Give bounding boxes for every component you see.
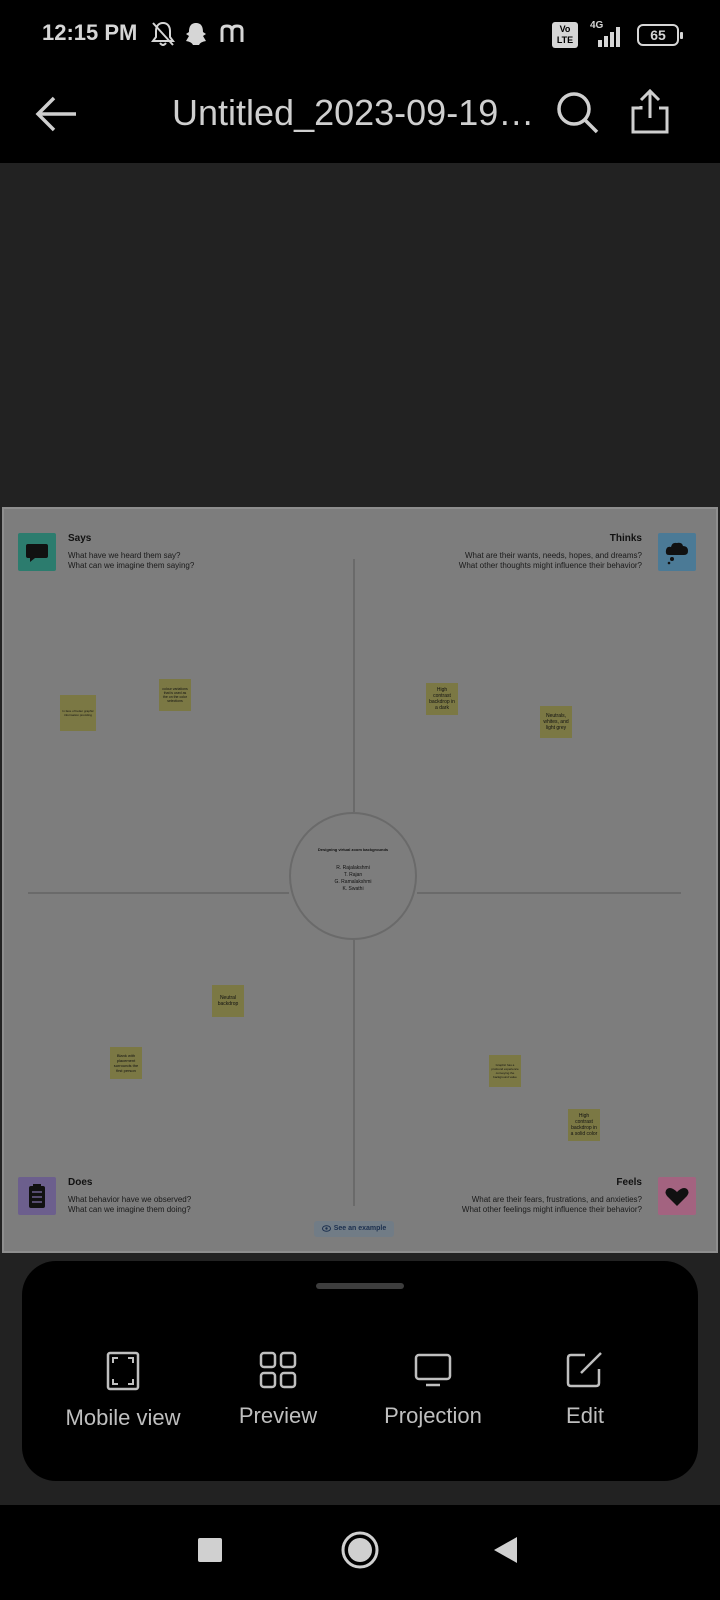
does-title: Does [68, 1177, 93, 1188]
eye-icon [321, 1224, 331, 1232]
recents-square-icon[interactable] [197, 1537, 223, 1563]
feels-description-1: What are their fears, frustrations, and … [471, 1195, 642, 1204]
feels-quadrant-icon [658, 1177, 696, 1215]
grid-icon [259, 1351, 297, 1389]
persona-topic: Designing virtual zoom backgrounds [317, 847, 389, 852]
thinks-description-1: What are their wants, needs, hopes, and … [465, 551, 642, 560]
horizontal-axis-right [417, 892, 681, 894]
projection-label: Projection [384, 1403, 482, 1428]
search-icon[interactable] [553, 88, 603, 138]
persona-names: R. Rajalakshmi T. Rajan G. Ramalakshmi K… [301, 865, 405, 893]
feels-title: Feels [616, 1177, 642, 1188]
vertical-axis-bottom [353, 940, 355, 1206]
volte-icon: Vo LTE [552, 22, 578, 48]
m-app-icon [220, 24, 244, 42]
team-member-name: K. Swathi [342, 886, 364, 892]
back-arrow-icon[interactable] [30, 88, 82, 140]
system-nav-bar [0, 1505, 720, 1600]
snapchat-icon [186, 23, 206, 45]
does-description-2: What can we imagine them doing? [68, 1205, 191, 1214]
sticky-note[interactable]: Neutral backdrop [212, 985, 244, 1017]
does-quadrant-icon [18, 1177, 56, 1215]
sticky-note[interactable]: Graphic has a profound experience convey… [489, 1055, 521, 1087]
monitor-icon [414, 1353, 452, 1387]
preview-label: Preview [238, 1403, 318, 1428]
team-member-name: R. Rajalakshmi [336, 865, 370, 871]
sticky-note[interactable]: High contrast backdrop in a dark [426, 683, 458, 715]
persona-circle[interactable]: Designing virtual zoom backgrounds R. Ra… [289, 812, 417, 940]
horizontal-axis-left [28, 892, 289, 894]
signal-icon [598, 27, 620, 47]
says-description-2: What can we imagine them saying? [68, 561, 195, 570]
thinks-quadrant-icon [658, 533, 696, 571]
sticky-note[interactable]: In face of better graphic information pr… [60, 695, 96, 731]
vertical-axis-top [353, 559, 355, 812]
see-example-label: See an example [333, 1225, 387, 1232]
battery-indicator: 65 [637, 24, 683, 46]
clipboard-icon [29, 1184, 45, 1208]
mobile-view-icon [106, 1351, 140, 1391]
team-member-name: T. Rajan [343, 872, 363, 878]
status-time: 12:15 PM [42, 20, 138, 45]
home-circle-icon[interactable] [340, 1530, 380, 1570]
preview-button[interactable]: Preview [203, 1351, 353, 1429]
thought-cloud-icon [665, 542, 688, 565]
says-title: Says [68, 533, 92, 544]
mobile-view-label: Mobile view [65, 1405, 181, 1430]
edit-icon [566, 1352, 602, 1388]
mobile-view-button[interactable]: Mobile view [48, 1351, 198, 1431]
feels-description-2: What other feelings might influence thei… [461, 1205, 642, 1214]
sheet-drag-handle[interactable] [316, 1283, 404, 1289]
sticky-note[interactable]: Neutrals, whites, and light grey [540, 706, 572, 738]
says-description-1: What have we heard them say? [68, 551, 181, 560]
see-example-button[interactable]: See an example [314, 1221, 394, 1237]
empathy-map-board[interactable]: Says What have we heard them say? What c… [2, 507, 718, 1253]
back-triangle-icon[interactable] [492, 1535, 520, 1565]
says-quadrant-icon [18, 533, 56, 571]
team-member-name: G. Ramalakshmi [334, 879, 372, 885]
does-description-1: What behavior have we observed? [68, 1195, 192, 1204]
thinks-description-2: What other thoughts might influence thei… [458, 561, 642, 570]
projection-button[interactable]: Projection [358, 1351, 508, 1429]
heart-icon [665, 1188, 689, 1206]
share-icon[interactable] [625, 86, 675, 138]
sticky-note[interactable]: Blank with placement surrounds the first… [110, 1047, 142, 1079]
app-bar: Untitled_2023-09-19_... [0, 70, 720, 163]
sticky-note[interactable]: colour variations that is used as the on… [159, 679, 191, 711]
edit-button[interactable]: Edit [510, 1351, 660, 1429]
status-bar: 12:15 PM Vo LTE 4G 65 [0, 0, 720, 70]
speech-bubble-icon [26, 544, 48, 562]
edit-label: Edit [566, 1403, 604, 1428]
bell-off-icon [151, 21, 175, 46]
document-title: Untitled_2023-09-19_... [172, 92, 537, 133]
bottom-sheet: Mobile view Preview Projection Edit [22, 1261, 698, 1481]
thinks-title: Thinks [609, 533, 642, 544]
sticky-note[interactable]: High contrast backdrop in a solid color [568, 1109, 600, 1141]
